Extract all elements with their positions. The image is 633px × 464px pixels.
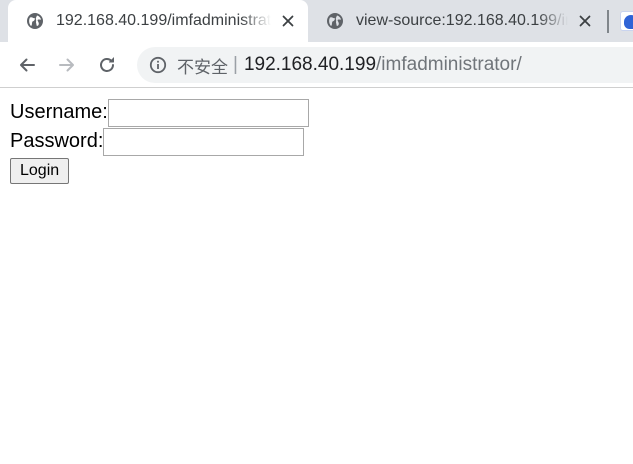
address-bar[interactable]: 不安全 | 192.168.40.199/imfadministrator/ (137, 47, 633, 83)
address-divider: | (233, 54, 238, 75)
close-tab-icon[interactable] (574, 10, 596, 32)
close-tab-icon[interactable] (277, 10, 299, 32)
password-label: Password: (10, 130, 104, 152)
tab-strip: 192.168.40.199/imfadministrator/ view-so… (0, 0, 633, 42)
username-input[interactable] (107, 98, 309, 127)
login-button[interactable]: Login (10, 158, 70, 184)
reload-button[interactable] (93, 51, 121, 79)
url-host: 192.168.40.199 (243, 54, 377, 75)
security-status: 不安全 (177, 57, 228, 78)
globe-icon (325, 11, 345, 31)
password-input[interactable] (103, 127, 305, 156)
tab-separator (607, 10, 609, 33)
username-row: Username: (10, 98, 610, 127)
reload-icon (100, 57, 114, 72)
button-row: Login (10, 158, 610, 184)
forward-button[interactable] (53, 51, 81, 79)
back-button[interactable] (13, 51, 41, 79)
tab-title: view-source:192.168.40.199/imfadministra… (356, 12, 568, 29)
tab-view-source[interactable]: view-source:192.168.40.199/imfadministra… (315, 0, 605, 42)
forward-arrow-icon (59, 58, 74, 72)
tab-title: 192.168.40.199/imfadministrator/ (56, 12, 271, 29)
username-label: Username: (10, 101, 108, 123)
globe-icon (25, 11, 45, 31)
url-path: /imfadministrator/ (376, 54, 522, 75)
login-form: Username: Password: Login (10, 98, 610, 184)
info-icon[interactable] (148, 55, 168, 75)
tab-imfadministrator[interactable]: 192.168.40.199/imfadministrator/ (8, 0, 308, 42)
password-row: Password: (10, 127, 610, 156)
back-arrow-icon (20, 58, 35, 72)
browser-toolbar: 不安全 | 192.168.40.199/imfadministrator/ (0, 42, 633, 88)
baidu-favicon-icon[interactable] (620, 11, 633, 31)
